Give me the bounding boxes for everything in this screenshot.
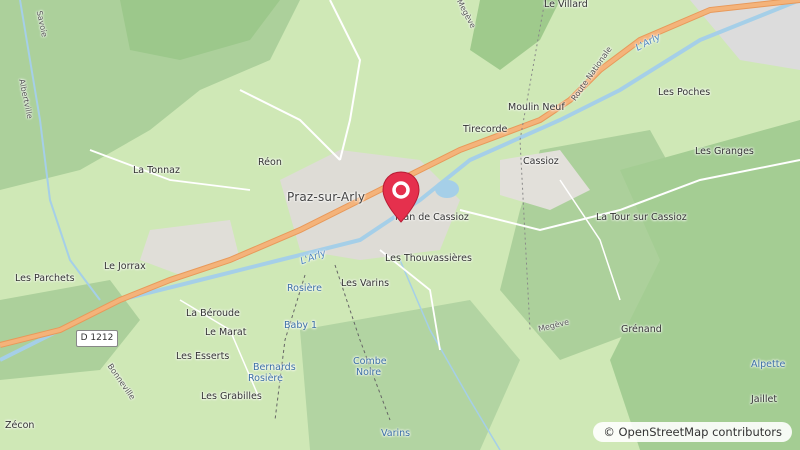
label-rosiere-lift: Rosière [248, 373, 283, 384]
label-la-tour-sur-cassioz: La Tour sur Cassioz [596, 212, 687, 223]
label-la-tonnaz: La Tonnaz [133, 165, 180, 176]
label-les-grabilles: Les Grabilles [201, 391, 262, 402]
label-moulin-neuf: Moulin Neuf [508, 102, 565, 113]
label-praz-sur-arly: Praz-sur-Arly [287, 190, 366, 204]
label-les-thouvassieres: Les Thouvassières [385, 253, 472, 264]
label-les-granges: Les Granges [695, 146, 754, 157]
label-zecon: Zécon [5, 420, 35, 431]
label-la-beroude: La Béroude [186, 308, 240, 319]
label-les-varins: Les Varins [341, 278, 390, 289]
label-reon: Réon [258, 157, 282, 168]
label-le-villard: Le Villard [544, 0, 588, 10]
label-noire: Noire [356, 367, 382, 378]
map-view[interactable]: Praz-sur-Arly Le Villard Moulin Neuf Les… [0, 0, 800, 450]
label-le-jorrax: Le Jorrax [104, 261, 146, 272]
map-attribution[interactable]: © OpenStreetMap contributors [593, 422, 792, 442]
label-baby-1: Baby 1 [284, 320, 318, 331]
label-alpette: Alpette [751, 359, 786, 370]
label-bernards: Bernards [253, 362, 296, 373]
map-pin-icon[interactable] [381, 170, 421, 226]
label-cassioz: Cassioz [523, 156, 559, 167]
road-shield-d1212: D 1212 [76, 330, 118, 347]
label-varins: Varins [381, 428, 411, 439]
label-grenand: Grénand [621, 324, 662, 335]
label-rosiere: Rosière [287, 283, 322, 294]
label-les-poches: Les Poches [658, 87, 711, 98]
label-jaillet: Jaillet [751, 394, 778, 405]
label-tirecorde: Tirecorde [463, 124, 508, 135]
label-le-marat: Le Marat [205, 327, 247, 338]
label-les-parchets: Les Parchets [15, 273, 75, 284]
label-combe: Combe [353, 356, 387, 367]
label-les-esserts: Les Esserts [176, 351, 230, 362]
